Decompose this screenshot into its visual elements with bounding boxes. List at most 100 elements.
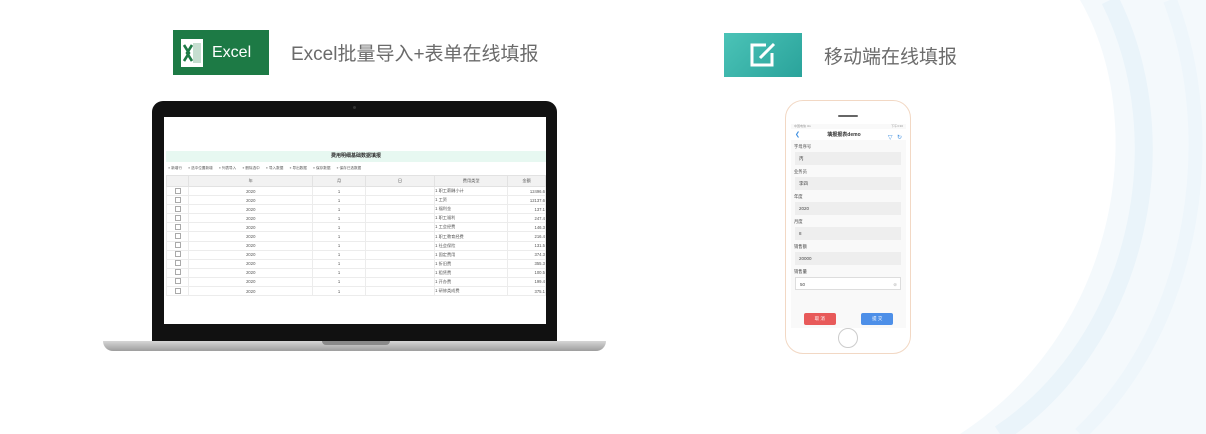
table-cell[interactable]: [364, 258, 436, 269]
table-cell[interactable]: 374.3: [507, 249, 546, 260]
row-checkbox[interactable]: [165, 204, 190, 215]
submit-button[interactable]: 提 交: [861, 313, 894, 325]
table-cell[interactable]: 375.1: [507, 286, 546, 297]
field-input[interactable]: 李四: [795, 177, 901, 190]
row-checkbox[interactable]: [165, 213, 190, 224]
table-cell[interactable]: 2020: [188, 204, 314, 215]
table-cell[interactable]: 1: [312, 195, 366, 206]
table-cell[interactable]: 1: [312, 222, 366, 233]
table-cell[interactable]: 1 工资: [434, 195, 509, 206]
row-checkbox[interactable]: [165, 276, 190, 288]
clear-icon[interactable]: ⊗: [893, 278, 897, 289]
toolbar-button[interactable]: 保存数据: [313, 166, 330, 171]
table-cell[interactable]: 2020: [188, 286, 314, 297]
table-cell[interactable]: 1 固定费用: [434, 249, 509, 260]
table-cell[interactable]: 1: [312, 249, 366, 260]
table-row[interactable]: 2020 1 1 工资 12137.6: [165, 195, 546, 206]
table-cell[interactable]: 1: [312, 204, 366, 215]
table-row[interactable]: 2020 1 1 研修类成费 375.1: [165, 286, 546, 297]
table-cell[interactable]: 1 租赁费: [434, 267, 509, 278]
table-cell[interactable]: 2020: [188, 276, 314, 288]
table-cell[interactable]: 1 研修类成费: [434, 286, 509, 297]
table-cell[interactable]: 1: [312, 231, 366, 242]
table-cell[interactable]: 2020: [188, 213, 314, 224]
table-cell[interactable]: [364, 286, 436, 297]
row-checkbox[interactable]: [165, 222, 190, 233]
row-checkbox[interactable]: [165, 195, 190, 206]
table-cell[interactable]: [364, 204, 436, 215]
field-input[interactable]: 20000: [795, 252, 901, 265]
table-cell[interactable]: 2020: [188, 231, 314, 242]
table-cell[interactable]: 1: [312, 185, 366, 197]
home-button[interactable]: [838, 328, 858, 348]
toolbar-button[interactable]: 保存已选数据: [336, 166, 362, 171]
table-row[interactable]: 2020 1 1 福利金 137.1: [165, 204, 546, 215]
field-input[interactable]: 8: [795, 227, 901, 240]
table-row[interactable]: 2020 1 1 固定费用 374.3: [165, 249, 546, 260]
toolbar-button[interactable]: 导出数据: [289, 166, 307, 171]
toolbar-button[interactable]: 删除选中: [242, 166, 259, 171]
row-checkbox[interactable]: [165, 286, 190, 297]
table-cell[interactable]: 1: [312, 240, 366, 251]
table-cell[interactable]: 1: [312, 276, 366, 288]
table-row[interactable]: 2020 1 1 职工福利 247.4: [165, 213, 546, 224]
row-checkbox[interactable]: [165, 267, 190, 278]
table-cell[interactable]: 2020: [188, 185, 314, 197]
table-cell[interactable]: 131.5: [507, 240, 546, 251]
table-cell[interactable]: 1: [312, 267, 366, 278]
table-cell[interactable]: [364, 222, 436, 233]
table-cell[interactable]: 1 福利金: [434, 204, 509, 215]
table-cell[interactable]: [364, 231, 436, 242]
toolbar-button[interactable]: 列表导入: [219, 166, 236, 171]
table-cell[interactable]: [364, 249, 436, 260]
table-cell[interactable]: [364, 267, 436, 278]
table-cell[interactable]: 12496.6: [507, 185, 546, 197]
table-cell[interactable]: [364, 213, 436, 224]
table-cell[interactable]: [364, 240, 436, 251]
table-cell[interactable]: 1 职工福利: [434, 213, 509, 224]
table-row[interactable]: 2020 1 1 社会保险 131.5: [165, 240, 546, 251]
table-cell[interactable]: 1 社会保险: [434, 240, 509, 251]
table-cell[interactable]: [364, 195, 436, 206]
table-cell[interactable]: 199.4: [507, 276, 546, 288]
table-cell[interactable]: 1: [312, 286, 366, 297]
table-cell[interactable]: 1: [312, 213, 366, 224]
field-input[interactable]: 丙: [795, 152, 901, 165]
table-row[interactable]: 2020 1 1 折旧费 355.3: [165, 258, 546, 269]
table-cell[interactable]: 12137.6: [507, 195, 546, 206]
row-checkbox[interactable]: [165, 185, 190, 197]
table-cell[interactable]: 247.4: [507, 213, 546, 224]
table-cell[interactable]: 355.3: [507, 258, 546, 269]
cancel-button[interactable]: 取 消: [803, 313, 836, 325]
table-cell[interactable]: 216.4: [507, 231, 546, 242]
table-row[interactable]: 2020 1 1 工会经费 146.3: [165, 222, 546, 233]
table-cell[interactable]: 137.1: [507, 204, 546, 215]
toolbar-button[interactable]: 导入数据: [266, 166, 283, 171]
table-cell[interactable]: 2020: [188, 222, 314, 233]
row-checkbox[interactable]: [165, 249, 190, 260]
table-cell[interactable]: [364, 185, 436, 197]
table-cell[interactable]: 2020: [188, 240, 314, 251]
table-cell[interactable]: 1 开办费: [434, 276, 509, 288]
back-arrow-icon[interactable]: ❮: [795, 131, 800, 138]
table-cell[interactable]: 2020: [188, 267, 314, 278]
table-cell[interactable]: 146.3: [507, 222, 546, 233]
field-input-active[interactable]: 50 ⊗: [795, 277, 901, 290]
table-cell[interactable]: 2020: [188, 258, 314, 269]
table-cell[interactable]: 2020: [188, 195, 314, 206]
table-cell[interactable]: [364, 276, 436, 288]
field-input[interactable]: 2020: [795, 202, 901, 215]
toolbar-button[interactable]: 新增行: [168, 166, 182, 171]
table-cell[interactable]: 1 职工教育经费: [434, 231, 509, 242]
row-checkbox[interactable]: [165, 258, 190, 269]
table-cell[interactable]: 1: [312, 258, 366, 269]
row-checkbox[interactable]: [165, 231, 190, 242]
filter-icon[interactable]: ▽: [888, 135, 893, 141]
table-row[interactable]: 2020 1 1 开办费 199.4: [165, 276, 546, 288]
table-cell[interactable]: 2020: [188, 249, 314, 260]
table-cell[interactable]: 1 折旧费: [434, 258, 509, 269]
table-row[interactable]: 2020 1 1 职工薪酬小计 12496.6: [165, 185, 546, 197]
row-checkbox[interactable]: [165, 240, 190, 251]
table-cell[interactable]: 1 职工薪酬小计: [434, 185, 509, 197]
table-row[interactable]: 2020 1 1 租赁费 100.5: [165, 267, 546, 278]
